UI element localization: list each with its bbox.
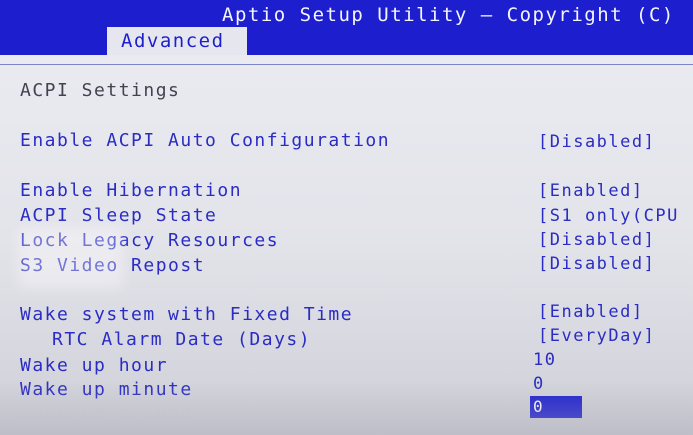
title-bar: Aptio Setup Utility – Copyright (C) Adva… — [0, 0, 693, 55]
setting-label-wake-minute[interactable]: Wake up minute — [20, 379, 193, 400]
setting-label-wake-second[interactable]: Wake up second — [20, 403, 193, 424]
panel-top-border — [0, 64, 693, 65]
setting-label-acpi-auto-config[interactable]: Enable ACPI Auto Configuration — [20, 130, 390, 151]
setting-value-hibernation[interactable]: [Enabled] — [538, 181, 644, 201]
setting-value-wake-hour[interactable]: 10 — [533, 350, 556, 370]
setting-label-rtc-alarm-date[interactable]: RTC Alarm Date (Days) — [52, 329, 311, 350]
setting-label-wake-fixed-time[interactable]: Wake system with Fixed Time — [20, 304, 353, 325]
setting-label-acpi-sleep-state[interactable]: ACPI Sleep State — [20, 205, 217, 226]
bios-screen: Aptio Setup Utility – Copyright (C) Adva… — [0, 0, 693, 435]
setting-label-lock-legacy-resources[interactable]: Lock Legacy Resources — [20, 230, 279, 251]
setting-label-s3-video-repost[interactable]: S3 Video Repost — [20, 255, 205, 276]
setting-value-wake-minute[interactable]: 0 — [533, 374, 545, 394]
setting-label-wake-hour[interactable]: Wake up hour — [20, 355, 168, 376]
setting-value-wake-fixed-time[interactable]: [Enabled] — [538, 302, 644, 322]
section-heading: ACPI Settings — [20, 80, 181, 101]
setting-label-hibernation[interactable]: Enable Hibernation — [20, 180, 242, 201]
setting-value-acpi-auto-config[interactable]: [Disabled] — [538, 132, 655, 152]
tab-advanced[interactable]: Advanced — [107, 27, 247, 55]
setting-value-acpi-sleep-state[interactable]: [S1 only(CPU — [538, 206, 679, 226]
utility-title: Aptio Setup Utility – Copyright (C) — [222, 4, 675, 26]
setting-value-wake-second[interactable]: 0 — [530, 396, 582, 418]
setting-value-lock-legacy-resources[interactable]: [Disabled] — [538, 230, 655, 250]
setting-value-s3-video-repost[interactable]: [Disabled] — [538, 254, 655, 274]
setting-value-rtc-alarm-date[interactable]: [EveryDay] — [538, 326, 655, 346]
